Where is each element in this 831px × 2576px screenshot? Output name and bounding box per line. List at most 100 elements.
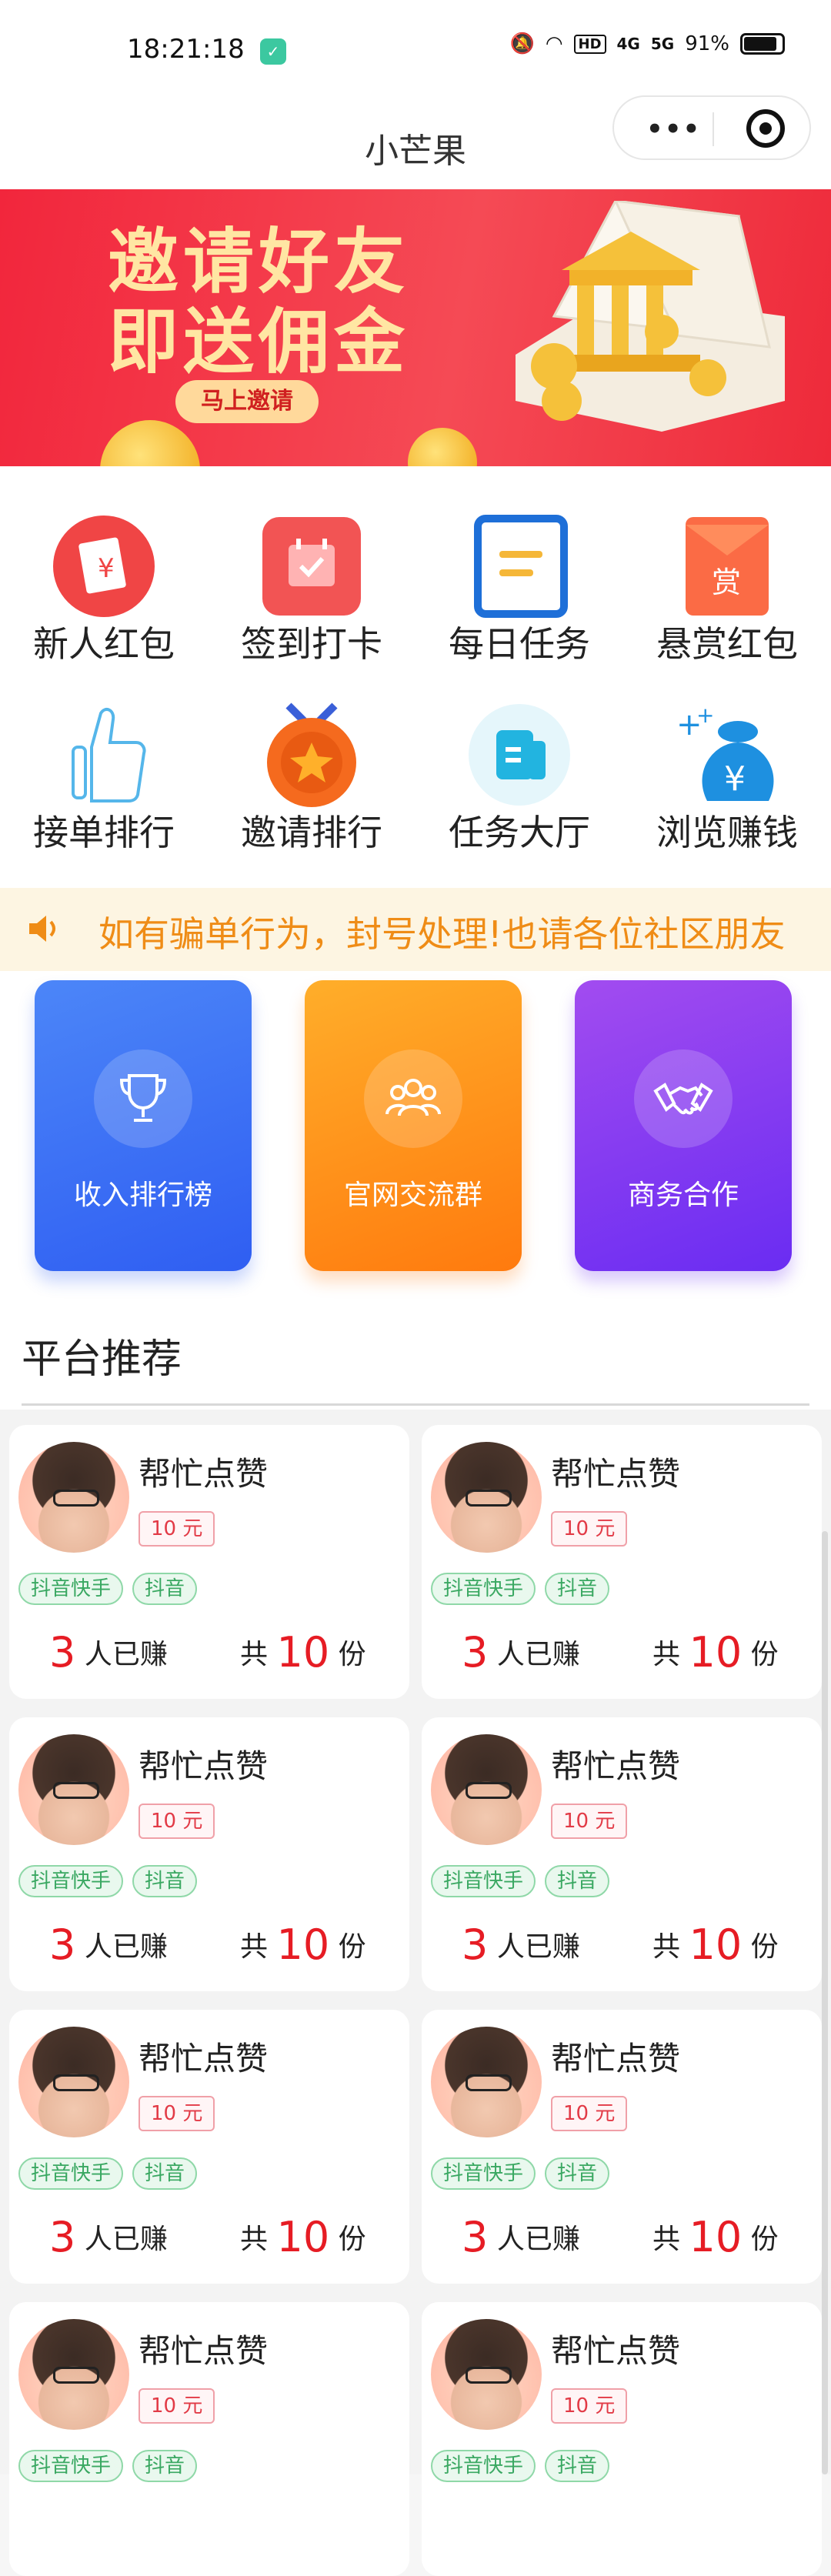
earned-count: 3 人已赚: [49, 1628, 168, 1677]
svg-text:赏: 赏: [712, 566, 741, 599]
earned-label: 人已赚: [84, 2224, 168, 2255]
grid-item-label: 邀请排行: [241, 812, 382, 853]
wifi-icon: ◠: [545, 32, 563, 55]
tag: 抖音: [545, 2157, 610, 2190]
grid-item-reward-redpacket[interactable]: 赏 悬赏红包: [623, 497, 831, 666]
price-badge: 10 元: [138, 1511, 215, 1547]
reward-envelope-icon: 赏: [686, 517, 769, 616]
total-unit: 份: [338, 1931, 366, 1963]
task-card[interactable]: 帮忙点赞 10 元 抖音快手 抖音 3 人已赚 共 10 份: [422, 1425, 822, 1699]
earned-label: 人已赚: [84, 1639, 168, 1670]
close-miniprogram-icon[interactable]: [746, 109, 785, 148]
task-name: 帮忙点赞: [551, 1747, 681, 1785]
price-badge: 10 元: [138, 1804, 215, 1839]
grid-item-label: 浏览赚钱: [656, 812, 798, 853]
task-name: 帮忙点赞: [138, 1455, 269, 1493]
task-card[interactable]: 帮忙点赞 10 元 抖音快手 抖音 3 人已赚 共 10 份: [422, 2010, 822, 2284]
task-name: 帮忙点赞: [138, 1747, 269, 1785]
total-prefix: 共: [652, 1931, 681, 1963]
grid-item-check-in[interactable]: 签到打卡: [208, 497, 416, 666]
total-count: 共 10 份: [652, 2213, 779, 2261]
earned-number: 3: [49, 1628, 76, 1677]
business-cooperation-card[interactable]: 商务合作: [575, 980, 792, 1271]
grid-item-daily-task[interactable]: 每日任务: [416, 497, 623, 666]
battery-icon: [740, 33, 785, 55]
tag: 抖音: [132, 2450, 198, 2482]
tag-list: 抖音快手 抖音: [431, 2450, 610, 2482]
task-card[interactable]: 帮忙点赞 10 元 抖音快手 抖音: [9, 2302, 409, 2576]
income-ranking-card[interactable]: 收入排行榜: [35, 980, 252, 1271]
invite-now-button[interactable]: 马上邀请: [175, 380, 319, 423]
notice-text: 如有骗单行为，封号处理!也请各位社区朋友: [98, 913, 786, 955]
tag-list: 抖音快手 抖音: [431, 1865, 610, 1897]
total-count: 共 10 份: [240, 1628, 366, 1677]
task-card[interactable]: 帮忙点赞 10 元 抖音快手 抖音: [422, 2302, 822, 2576]
avatar: [18, 1442, 129, 1553]
earned-count: 3 人已赚: [49, 1920, 168, 1969]
section-divider: [22, 1403, 809, 1406]
earned-count: 3 人已赚: [49, 2213, 168, 2261]
tag: 抖音: [545, 2450, 610, 2482]
avatar: [18, 2027, 129, 2137]
notice-bar[interactable]: 如有骗单行为，封号处理!也请各位社区朋友: [0, 888, 831, 971]
grid-item-new-user-redpacket[interactable]: ¥ 新人红包: [0, 497, 208, 666]
price-badge: 10 元: [551, 1804, 628, 1839]
price-badge: 10 元: [138, 2388, 215, 2424]
earned-number: 3: [462, 1920, 489, 1969]
feature-grid: ¥ 新人红包 签到打卡 每日任务 赏 悬赏红包 接单排行 邀请排行 任务大厅 +…: [0, 466, 831, 888]
money-bag-icon: ++¥: [676, 702, 774, 801]
status-time: 18:21:18: [127, 34, 245, 65]
grid-item-label: 悬赏红包: [656, 623, 798, 665]
total-number: 10: [276, 1628, 330, 1677]
invite-banner[interactable]: 邀请好友 即送佣金 马上邀请: [0, 189, 831, 466]
grid-item-task-hall[interactable]: 任务大厅: [416, 686, 623, 855]
mini-program-capsule: •••: [612, 95, 811, 160]
avatar: [431, 1442, 542, 1553]
total-prefix: 共: [240, 1639, 269, 1670]
svg-text:¥: ¥: [724, 759, 746, 799]
card-icon-circle: [634, 1049, 733, 1148]
card-label: 官网交流群: [343, 1180, 482, 1211]
tag-list: 抖音快手 抖音: [18, 2157, 198, 2190]
tag: 抖音快手: [18, 2157, 124, 2190]
total-number: 10: [276, 1920, 330, 1969]
grid-item-label: 任务大厅: [449, 812, 590, 853]
grid-item-label: 签到打卡: [241, 623, 382, 665]
task-card[interactable]: 帮忙点赞 10 元 抖音快手 抖音 3 人已赚 共 10 份: [9, 2010, 409, 2284]
scrollbar[interactable]: [822, 1531, 828, 2474]
official-group-card[interactable]: 官网交流群: [305, 980, 522, 1271]
coin-decoration: [408, 428, 477, 466]
earned-label: 人已赚: [496, 2224, 580, 2255]
svg-text:¥: ¥: [98, 553, 115, 584]
signal-4g-icon: 4G: [616, 35, 640, 53]
card-icon-circle: [94, 1049, 192, 1148]
grid-item-browse-earn[interactable]: + + ¥ 浏览赚钱: [623, 686, 831, 855]
tag: 抖音: [132, 2157, 198, 2190]
task-card[interactable]: 帮忙点赞 10 元 抖音快手 抖音 3 人已赚 共 10 份: [422, 1717, 822, 1991]
earned-count: 3 人已赚: [462, 1628, 580, 1677]
task-name: 帮忙点赞: [551, 2040, 681, 2077]
earned-label: 人已赚: [84, 1931, 168, 1963]
more-icon[interactable]: •••: [646, 114, 701, 145]
task-card[interactable]: 帮忙点赞 10 元 抖音快手 抖音 3 人已赚 共 10 份: [9, 1425, 409, 1699]
task-card[interactable]: 帮忙点赞 10 元 抖音快手 抖音 3 人已赚 共 10 份: [9, 1717, 409, 1991]
grid-item-invite-ranking[interactable]: 邀请排行: [208, 686, 416, 855]
earned-number: 3: [462, 2213, 489, 2261]
total-count: 共 10 份: [652, 1628, 779, 1677]
grid-item-label: 每日任务: [449, 623, 590, 665]
tag: 抖音快手: [18, 2450, 124, 2482]
total-prefix: 共: [240, 2224, 269, 2255]
feature-cards: 收入排行榜 官网交流群 商务合作: [0, 971, 831, 1310]
grid-item-order-ranking[interactable]: 接单排行: [0, 686, 208, 855]
earned-number: 3: [462, 1628, 489, 1677]
total-prefix: 共: [240, 1931, 269, 1963]
card-label: 收入排行榜: [73, 1180, 212, 1211]
earned-number: 3: [49, 2213, 76, 2261]
price-badge: 10 元: [551, 2388, 628, 2424]
status-bar: 18:21:18 ✓ 🔕 ◠ HD 4G 5G 91%: [0, 0, 831, 100]
tag: 抖音快手: [431, 2157, 536, 2190]
battery-percent: 91%: [685, 32, 729, 55]
total-prefix: 共: [652, 2224, 681, 2255]
total-number: 10: [689, 2213, 743, 2261]
calendar-check-icon: [262, 517, 361, 616]
